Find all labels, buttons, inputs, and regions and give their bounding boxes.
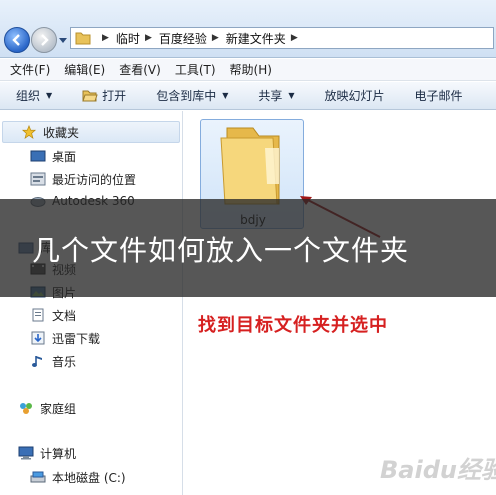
organize-label: 组织: [16, 89, 41, 103]
breadcrumb-item[interactable]: 临时: [116, 30, 140, 47]
menu-tools[interactable]: 工具(T): [175, 61, 216, 78]
nav-recent[interactable]: 最近访问的位置: [30, 168, 136, 190]
chevron-down-icon: ▼: [46, 91, 53, 100]
menu-bar: 文件(F) 编辑(E) 查看(V) 工具(T) 帮助(H): [0, 59, 496, 81]
chevron-down-icon: ▼: [222, 91, 229, 100]
command-bar: 组织 ▼ 打开 包含到库中 ▼ 共享 ▼ 放映幻灯片 电子邮件: [0, 82, 496, 110]
chevron-right-icon[interactable]: ▶: [291, 33, 298, 43]
nav-music[interactable]: 音乐: [30, 350, 76, 372]
nav-xunlei[interactable]: 迅雷下载: [30, 327, 100, 349]
recent-pages-dropdown-icon[interactable]: [59, 36, 67, 44]
file-list-area: bdjy: [184, 111, 496, 495]
navigation-pane: 收藏夹 桌面 最近访问的位置 Autodesk 360 库 视频 图片 文档 迅…: [0, 111, 183, 495]
nav-favorites[interactable]: 收藏夹: [2, 121, 180, 143]
address-path[interactable]: ▶ 临时 ▶ 百度经验 ▶ 新建文件夹 ▶: [70, 27, 494, 49]
chevron-down-icon: ▼: [288, 91, 295, 100]
back-arrow-icon: [12, 34, 20, 46]
large-folder-icon: [220, 127, 280, 205]
menu-help[interactable]: 帮助(H): [230, 61, 272, 78]
organize-button[interactable]: 组织 ▼: [16, 87, 52, 104]
recent-places-icon: [30, 172, 46, 186]
breadcrumb-item[interactable]: 新建文件夹: [226, 30, 286, 47]
watermark: Baidu经验: [380, 456, 496, 484]
email-label: 电子邮件: [414, 89, 463, 103]
folder-icon: [75, 32, 91, 45]
nav-xunlei-label: 迅雷下载: [52, 331, 101, 346]
nav-documents[interactable]: 文档: [30, 304, 76, 326]
menu-edit[interactable]: 编辑(E): [64, 61, 105, 78]
chevron-right-icon[interactable]: ▶: [212, 33, 219, 43]
open-button[interactable]: 打开: [82, 87, 126, 104]
email-button[interactable]: 电子邮件: [415, 87, 463, 104]
nav-desktop-label: 桌面: [52, 149, 77, 164]
nav-local-disk-label: 本地磁盘 (C:): [52, 470, 126, 485]
homegroup-icon: [20, 403, 32, 414]
banner-title: 几个文件如何放入一个文件夹: [32, 234, 410, 267]
breadcrumb-item[interactable]: 百度经验: [159, 30, 207, 47]
nav-local-disk[interactable]: 本地磁盘 (C:): [30, 466, 126, 488]
open-label: 打开: [102, 89, 127, 103]
menu-view[interactable]: 查看(V): [119, 61, 161, 78]
slideshow-button[interactable]: 放映幻灯片: [325, 87, 385, 104]
nav-music-label: 音乐: [52, 354, 77, 369]
chevron-right-icon[interactable]: ▶: [145, 33, 152, 43]
forward-button[interactable]: [31, 27, 57, 53]
annotation-text: 找到目标文件夹并选中: [198, 315, 388, 336]
nav-favorites-label: 收藏夹: [43, 125, 80, 140]
nav-desktop[interactable]: 桌面: [30, 145, 76, 167]
chevron-right-icon[interactable]: ▶: [102, 33, 109, 43]
star-icon: [21, 125, 37, 139]
share-button[interactable]: 共享 ▼: [258, 87, 294, 104]
title-banner: 几个文件如何放入一个文件夹: [0, 199, 496, 297]
open-folder-icon: [82, 90, 98, 101]
download-folder-icon: [31, 331, 45, 345]
forward-arrow-icon: [41, 34, 49, 46]
back-button[interactable]: [4, 27, 30, 53]
share-label: 共享: [258, 89, 283, 103]
nav-documents-label: 文档: [52, 308, 77, 323]
nav-computer[interactable]: 计算机: [18, 442, 76, 464]
music-icon: [32, 356, 42, 367]
slideshow-label: 放映幻灯片: [324, 89, 385, 103]
hard-disk-icon: [30, 471, 46, 483]
nav-homegroup[interactable]: 家庭组: [18, 397, 76, 419]
nav-computer-label: 计算机: [40, 446, 77, 461]
nav-homegroup-label: 家庭组: [40, 401, 77, 416]
menu-file[interactable]: 文件(F): [10, 61, 50, 78]
address-bar-area: ▶ 临时 ▶ 百度经验 ▶ 新建文件夹 ▶: [0, 0, 496, 58]
include-in-library-button[interactable]: 包含到库中 ▼: [156, 87, 228, 104]
desktop-icon: [30, 150, 46, 162]
nav-recent-label: 最近访问的位置: [52, 172, 137, 187]
documents-icon: [32, 308, 44, 322]
computer-icon: [18, 446, 34, 460]
include-in-library-label: 包含到库中: [156, 89, 217, 103]
